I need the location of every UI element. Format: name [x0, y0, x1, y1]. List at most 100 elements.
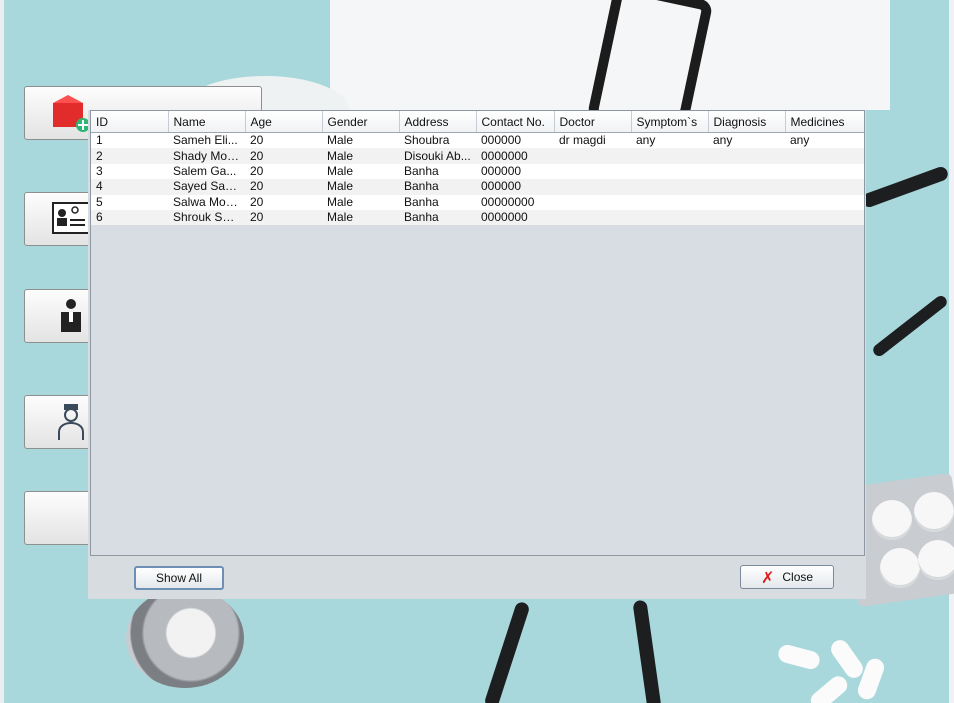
column-header-contact[interactable]: Contact No.: [476, 111, 555, 133]
table-cell: Banha: [399, 194, 476, 210]
table-cell: Salwa Moh...: [168, 194, 245, 210]
table-cell: 5: [91, 194, 168, 210]
id-card-icon: [52, 202, 90, 234]
table-cell: Disouki Ab...: [399, 148, 476, 164]
show-all-button[interactable]: Show All: [134, 566, 224, 590]
table-header-row: ID Name Age Gender Address Contact No. D…: [91, 111, 864, 133]
x-icon: ✗: [760, 567, 775, 587]
table-cell: [708, 163, 785, 180]
table-cell: 20: [245, 179, 322, 195]
table-cell: Male: [322, 209, 399, 226]
table-cell: Male: [322, 148, 399, 164]
background-stethoscope-tube: [632, 599, 662, 703]
table-cell: [785, 179, 864, 195]
table-cell: Male: [322, 163, 399, 180]
table-cell: [708, 179, 785, 195]
patients-dialog: ID Name Age Gender Address Contact No. D…: [88, 110, 866, 599]
table-cell: Male: [322, 179, 399, 195]
background-stethoscope-tube: [870, 293, 950, 359]
table-cell: Banha: [399, 163, 476, 180]
doctor-icon: [61, 299, 81, 332]
table-cell: 00000000: [476, 194, 554, 210]
table-cell: [554, 194, 631, 210]
table-row[interactable]: 1 Sameh Eli... 20 Male Shoubra 000000 dr…: [91, 132, 864, 149]
background-strip-left: [0, 0, 4, 703]
table-cell: [554, 209, 631, 226]
table-cell: 20: [245, 194, 322, 210]
table-row[interactable]: 3 Salem Ga... 20 Male Banha 000000: [91, 163, 864, 180]
background-pill: [872, 500, 912, 540]
table-cell: [785, 163, 864, 180]
background-stethoscope-tube: [483, 600, 531, 703]
patients-table: ID Name Age Gender Address Contact No. D…: [91, 111, 864, 226]
table-cell: 3: [91, 163, 168, 180]
close-button-label: Close: [782, 570, 814, 584]
table-cell: 20: [245, 132, 322, 149]
background-capsule: [807, 672, 851, 703]
table-cell: Sayed Samir: [168, 179, 245, 195]
table-cell: [631, 179, 708, 195]
table-cell: [631, 209, 708, 226]
table-cell: Banha: [399, 179, 476, 195]
table-cell: 4: [91, 179, 168, 195]
background-pill: [880, 548, 920, 588]
table-cell: 6: [91, 209, 168, 226]
table-cell: 000000: [476, 163, 554, 180]
table-cell: [785, 148, 864, 164]
column-header-id[interactable]: ID: [91, 111, 169, 133]
column-header-doctor[interactable]: Doctor: [554, 111, 632, 133]
table-cell: Shrouk Sal...: [168, 209, 245, 226]
table-row[interactable]: 4 Sayed Samir 20 Male Banha 000000: [91, 179, 864, 195]
close-button[interactable]: ✗ Close: [740, 565, 834, 589]
background-strip-right: [949, 0, 954, 703]
column-header-symptoms[interactable]: Symptom`s: [631, 111, 709, 133]
table-cell: Shoubra: [399, 132, 476, 149]
table-cell: 000000: [476, 132, 554, 149]
table-cell: any: [708, 132, 785, 149]
column-header-gender[interactable]: Gender: [322, 111, 400, 133]
table-cell: [554, 163, 631, 180]
table-cell: Male: [322, 132, 399, 149]
table-cell: 20: [245, 148, 322, 164]
column-header-diagnosis[interactable]: Diagnosis: [708, 111, 786, 133]
background-capsule: [776, 642, 822, 672]
background-pill: [918, 540, 954, 580]
nurse-icon: [58, 404, 84, 440]
column-header-medicines[interactable]: Medicines: [785, 111, 864, 133]
patients-table-viewport[interactable]: ID Name Age Gender Address Contact No. D…: [90, 110, 865, 556]
table-row[interactable]: 5 Salwa Moh... 20 Male Banha 00000000: [91, 194, 864, 210]
table-cell: Banha: [399, 209, 476, 226]
table-cell: Male: [322, 194, 399, 210]
background-pill: [914, 492, 954, 532]
table-cell: [554, 148, 631, 164]
table-cell: 2: [91, 148, 168, 164]
table-cell: [785, 209, 864, 226]
table-cell: Salem Ga...: [168, 163, 245, 180]
table-cell: [631, 194, 708, 210]
table-cell: [554, 179, 631, 195]
column-header-age[interactable]: Age: [245, 111, 323, 133]
background-capsule: [827, 636, 867, 682]
table-cell: dr magdi: [554, 132, 631, 149]
background-stethoscope-chestpiece: [126, 588, 244, 688]
table-cell: [708, 194, 785, 210]
table-cell: 20: [245, 163, 322, 180]
table-cell: [631, 148, 708, 164]
column-header-address[interactable]: Address: [399, 111, 477, 133]
table-cell: Shady Moh...: [168, 148, 245, 164]
table-cell: [631, 163, 708, 180]
table-cell: 0000000: [476, 209, 554, 226]
table-cell: Sameh Eli...: [168, 132, 245, 149]
background-stethoscope-tube: [860, 165, 950, 209]
add-patient-box-icon: [53, 95, 90, 132]
table-cell: [708, 148, 785, 164]
table-row[interactable]: 2 Shady Moh... 20 Male Disouki Ab... 000…: [91, 148, 864, 164]
table-row[interactable]: 6 Shrouk Sal... 20 Male Banha 0000000: [91, 209, 864, 226]
column-header-name[interactable]: Name: [168, 111, 246, 133]
table-cell: any: [785, 132, 864, 149]
table-cell: 0000000: [476, 148, 554, 164]
table-cell: 1: [91, 132, 168, 149]
table-cell: 20: [245, 209, 322, 226]
table-cell: [785, 194, 864, 210]
table-cell: any: [631, 132, 708, 149]
